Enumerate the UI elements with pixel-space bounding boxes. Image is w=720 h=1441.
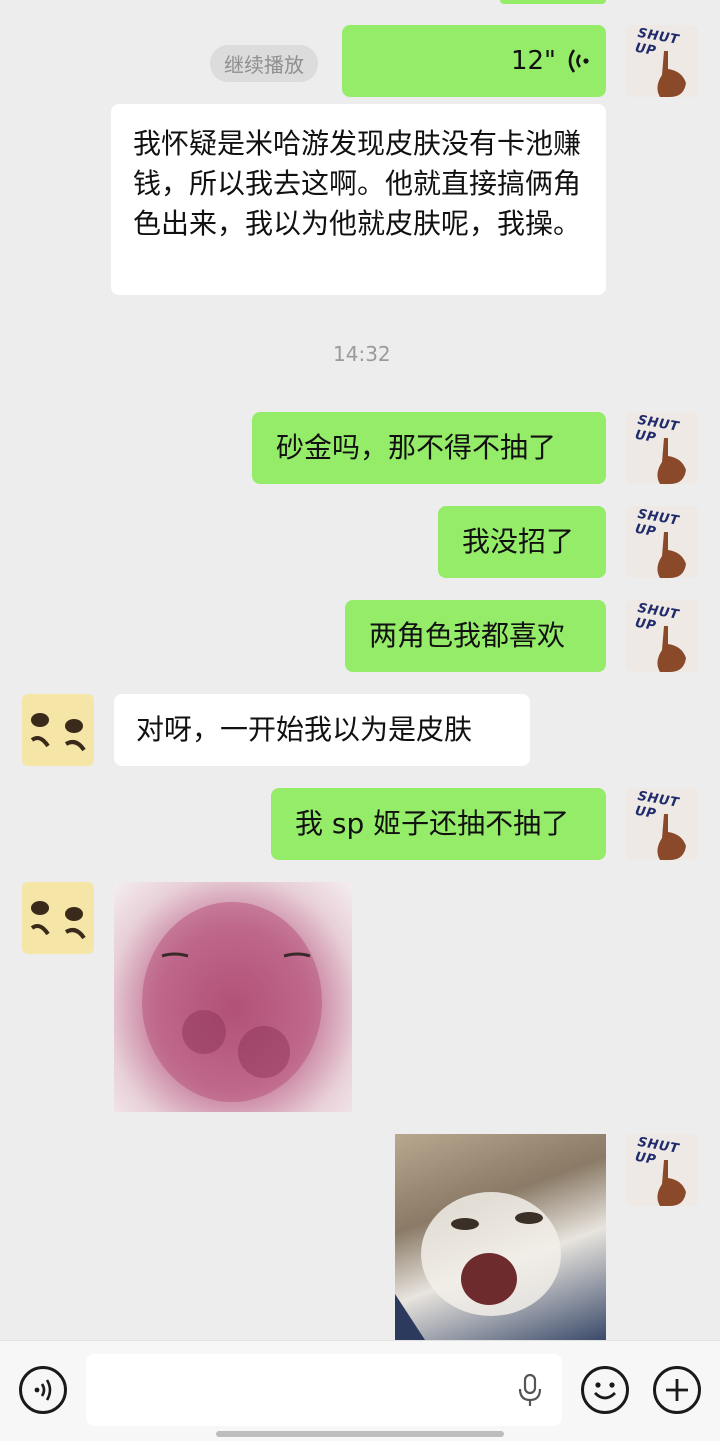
home-indicator [216,1431,504,1437]
avatar-hand-icon [657,814,686,860]
voice-input-icon [34,1379,52,1401]
sticker-face-icon [142,902,322,1102]
chat-timestamp: 14:32 [333,342,391,366]
avatar-hand-icon [657,438,686,484]
voice-duration: 12" [510,46,556,76]
message-text: 对呀，一开始我以为是皮肤 [136,713,473,746]
message-input[interactable] [86,1354,562,1426]
voice-wave-icon [568,49,589,73]
emoji-button[interactable] [581,1366,629,1414]
plus-icon [666,1379,688,1401]
received-message[interactable]: 对呀，一开始我以为是皮肤 [114,694,530,766]
continue-playing-label[interactable]: 继续播放 [210,45,318,82]
previous-message-edge [500,0,606,4]
avatar-hand-icon [657,51,686,97]
sent-message[interactable]: 我没招了 [438,506,606,578]
my-avatar[interactable]: SHUT UP [626,412,698,484]
message-text: 我 sp 姬子还抽不抽了 [295,807,570,840]
message-text: 我怀疑是米哈游发现皮肤没有卡池赚钱，所以我去这啊。他就直接搞俩角色出来，我以为他… [133,127,582,240]
contact-avatar[interactable] [22,694,94,766]
sent-message[interactable]: 两角色我都喜欢 [345,600,606,672]
contact-avatar[interactable] [22,882,94,954]
avatar-hand-icon [657,532,686,578]
sent-message[interactable]: 我 sp 姬子还抽不抽了 [271,788,606,860]
received-message-long[interactable]: 我怀疑是米哈游发现皮肤没有卡池赚钱，所以我去这啊。他就直接搞俩角色出来，我以为他… [111,104,606,295]
message-text: 砂金吗，那不得不抽了 [276,431,557,464]
more-options-button[interactable] [653,1366,701,1414]
voice-message-bubble[interactable]: 12" [342,25,606,97]
sticker-cat-icon [395,1192,561,1340]
my-avatar[interactable]: SHUT UP [626,788,698,860]
voice-input-button[interactable] [19,1366,67,1414]
sent-message[interactable]: 砂金吗，那不得不抽了 [252,412,606,484]
emoji-icon [594,1382,616,1400]
avatar-hand-icon [657,626,686,672]
my-avatar[interactable]: SHUT UP [626,1134,698,1206]
avatar-face-icon [30,713,86,752]
received-sticker-image[interactable] [114,882,352,1112]
avatar-face-icon [30,901,86,940]
avatar-hand-icon [657,1160,686,1206]
message-text: 两角色我都喜欢 [369,619,566,652]
my-avatar[interactable]: SHUT UP [626,506,698,578]
my-avatar[interactable]: SHUT UP [626,25,698,97]
message-text: 我没招了 [462,525,575,558]
microphone-icon[interactable] [516,1373,544,1409]
my-avatar[interactable]: SHUT UP [626,600,698,672]
sent-sticker-image[interactable] [395,1134,606,1340]
